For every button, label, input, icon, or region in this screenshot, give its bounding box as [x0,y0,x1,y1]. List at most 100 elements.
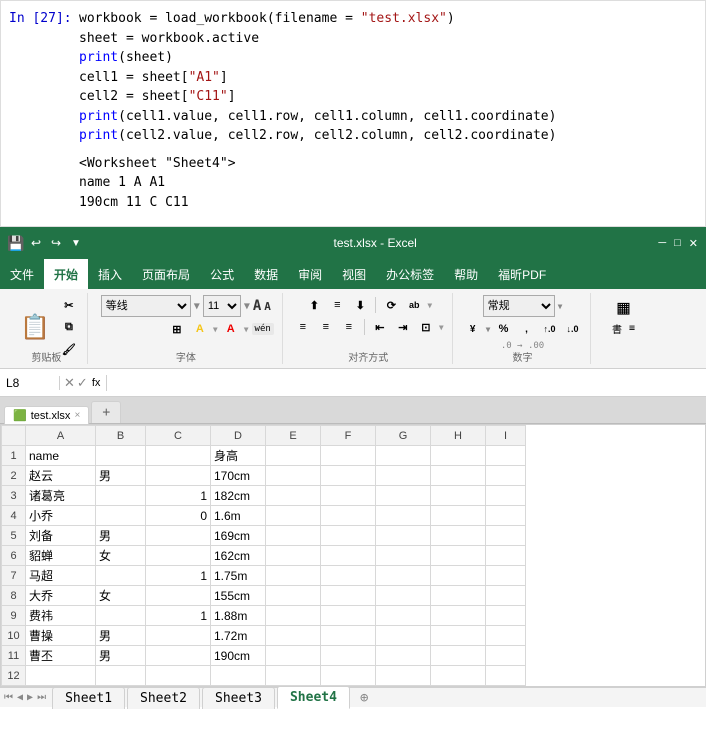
cell-7-E[interactable] [266,566,321,586]
close-btn[interactable]: ✕ [689,237,698,250]
col-header-g[interactable]: G [376,426,431,446]
align-center-btn[interactable]: ≡ [316,317,336,337]
cell-12-H[interactable] [431,666,486,686]
cell-2-H[interactable] [431,466,486,486]
cell-12-B[interactable] [96,666,146,686]
cell-3-G[interactable] [376,486,431,506]
col-header-e[interactable]: E [266,426,321,446]
cell-6-D[interactable]: 162cm [211,546,266,566]
row-header-7[interactable]: 7 [2,566,26,586]
cell-4-I[interactable] [486,506,526,526]
confirm-formula-btn[interactable]: ✓ [77,375,88,391]
file-tab-close[interactable]: × [74,410,80,421]
align-middle-btn[interactable]: ≡ [327,295,347,315]
cell-5-H[interactable] [431,526,486,546]
cell-2-I[interactable] [486,466,526,486]
cell-5-G[interactable] [376,526,431,546]
cell-4-A[interactable]: 小乔 [26,506,96,526]
row-header-9[interactable]: 9 [2,606,26,626]
decrease-font-btn[interactable]: A [264,300,271,313]
cell-7-C[interactable]: 1 [146,566,211,586]
row-header-1[interactable]: 1 [2,446,26,466]
add-sheet-btn[interactable]: ⊕ [360,690,368,706]
font-size-select[interactable]: 11 [203,295,241,317]
cell-5-E[interactable] [266,526,321,546]
cell-1-D[interactable]: 身高 [211,446,266,466]
indent-inc-btn[interactable]: ⇥ [393,317,413,337]
cell-8-G[interactable] [376,586,431,606]
cell-9-D[interactable]: 1.88m [211,606,266,626]
row-header-4[interactable]: 4 [2,506,26,526]
cell-6-G[interactable] [376,546,431,566]
col-header-a[interactable]: A [26,426,96,446]
insert-function-btn[interactable]: fx [90,377,103,389]
cell-6-A[interactable]: 貂蝉 [26,546,96,566]
row-header-11[interactable]: 11 [2,646,26,666]
minimize-btn[interactable]: ─ [658,237,666,250]
cell-12-G[interactable] [376,666,431,686]
currency-btn[interactable]: ¥ [463,319,483,339]
new-tab-btn[interactable]: + [91,401,121,423]
menu-insert[interactable]: 插入 [88,259,132,289]
cell-11-H[interactable] [431,646,486,666]
cell-1-A[interactable]: name [26,446,96,466]
cell-3-B[interactable] [96,486,146,506]
merge-btn[interactable]: ⊡ [416,317,436,337]
cell-11-I[interactable] [486,646,526,666]
cell-1-B[interactable] [96,446,146,466]
cell-9-I[interactable] [486,606,526,626]
fill-color-button[interactable]: A [190,319,210,339]
cell-12-E[interactable] [266,666,321,686]
cell-8-B[interactable]: 女 [96,586,146,606]
cell-3-I[interactable] [486,486,526,506]
border-button[interactable]: ⊞ [167,319,187,339]
percent-btn[interactable]: % [493,319,513,339]
cell-1-G[interactable] [376,446,431,466]
paste-button[interactable]: 📋 [14,311,56,344]
cell-5-C[interactable] [146,526,211,546]
row-header-6[interactable]: 6 [2,546,26,566]
cell-9-E[interactable] [266,606,321,626]
merge-dropdown[interactable]: ▼ [439,323,444,332]
cell-1-F[interactable] [321,446,376,466]
row-header-3[interactable]: 3 [2,486,26,506]
cell-10-I[interactable] [486,626,526,646]
cell-1-E[interactable] [266,446,321,466]
sheet-tab-sheet1[interactable]: Sheet1 [52,687,125,709]
sheet-tab-sheet2[interactable]: Sheet2 [127,687,200,709]
cell-4-F[interactable] [321,506,376,526]
cell-10-E[interactable] [266,626,321,646]
cell-10-B[interactable]: 男 [96,626,146,646]
sheet-nav-first[interactable]: ⏮ [4,692,13,703]
menu-officetab[interactable]: 办公标签 [376,259,444,289]
bold-button[interactable] [98,319,118,339]
row-header-10[interactable]: 10 [2,626,26,646]
menu-review[interactable]: 审阅 [288,259,332,289]
cell-7-I[interactable] [486,566,526,586]
cell-11-A[interactable]: 曹丕 [26,646,96,666]
cell-6-C[interactable] [146,546,211,566]
cell-11-G[interactable] [376,646,431,666]
cell-3-C[interactable]: 1 [146,486,211,506]
wrap-dropdown[interactable]: ▼ [427,301,432,310]
cell-5-I[interactable] [486,526,526,546]
cell-3-E[interactable] [266,486,321,506]
number-format-select[interactable]: 常规 [483,295,555,317]
indent-dec-btn[interactable]: ⇤ [370,317,390,337]
cell-9-G[interactable] [376,606,431,626]
cell-9-H[interactable] [431,606,486,626]
cell-10-D[interactable]: 1.72m [211,626,266,646]
col-header-c[interactable]: C [146,426,211,446]
wenhao-btn[interactable]: wén [252,323,274,335]
cell-2-G[interactable] [376,466,431,486]
sheet-nav-next[interactable]: ▶ [27,692,33,703]
cancel-formula-btn[interactable]: ✕ [64,375,75,391]
cell-6-B[interactable]: 女 [96,546,146,566]
ab-wrap-btn[interactable]: ab [404,295,424,315]
cell-11-B[interactable]: 男 [96,646,146,666]
cell-3-H[interactable] [431,486,486,506]
cell-9-F[interactable] [321,606,376,626]
menu-pagelayout[interactable]: 页面布局 [132,259,200,289]
cell-10-G[interactable] [376,626,431,646]
align-right-btn[interactable]: ≡ [339,317,359,337]
